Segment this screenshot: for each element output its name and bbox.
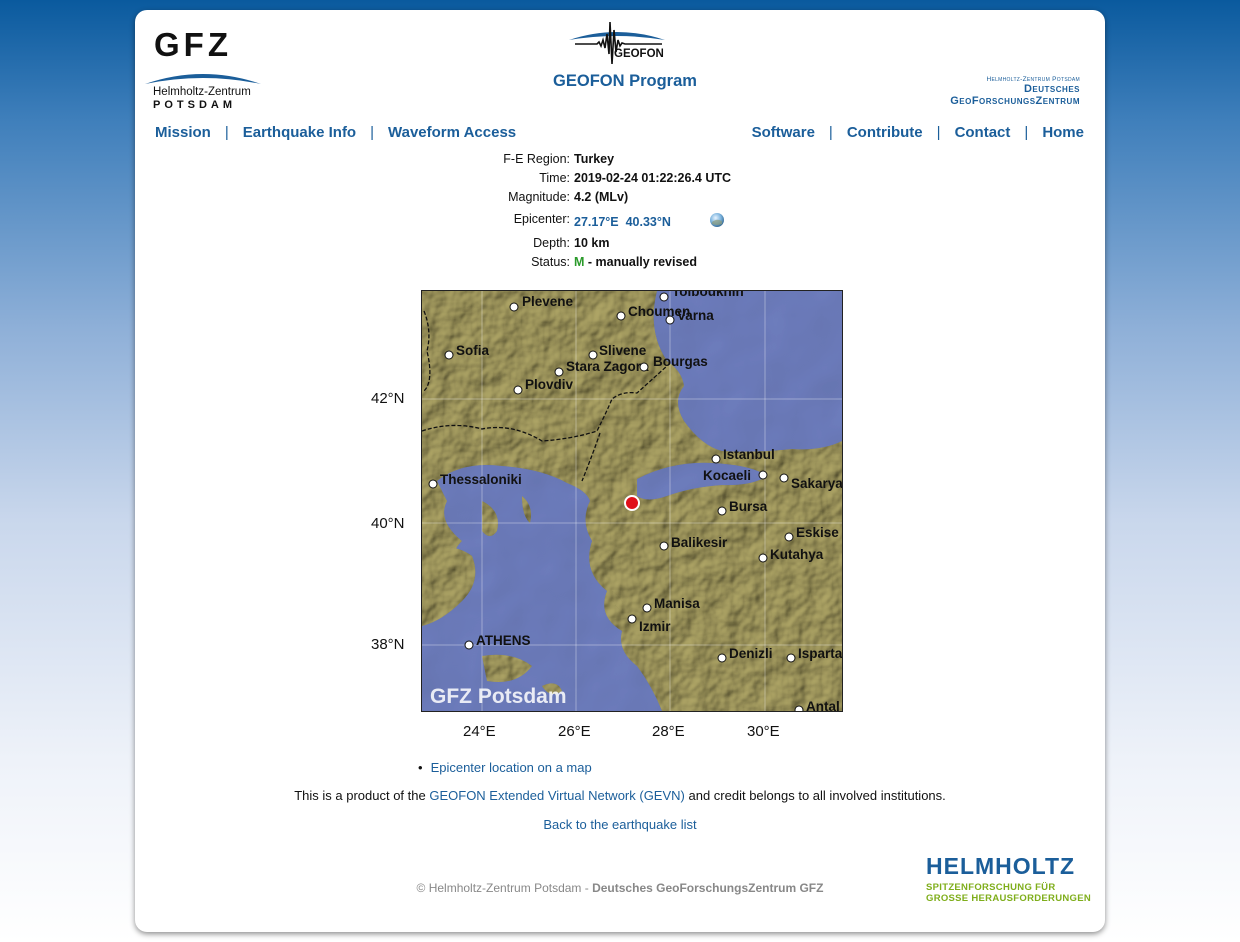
copyright-bold: Deutsches GeoForschungsZentrum GFZ	[592, 881, 824, 895]
svg-text:Sakarya: Sakarya	[791, 476, 842, 491]
city-balikesir: Balikesir	[659, 535, 728, 551]
svg-text:Denizli: Denizli	[729, 646, 773, 661]
nav-contribute[interactable]: Contribute	[847, 124, 923, 141]
svg-text:Varna: Varna	[677, 308, 714, 323]
row-time: Time: 2019-02-24 01:22:26.4 UTC	[355, 171, 855, 189]
nav-separator: |	[224, 124, 229, 141]
google-earth-icon[interactable]	[709, 212, 725, 228]
lat-tick-40: 40°N	[371, 515, 405, 532]
credit-suffix: and credit belongs to all involved insti…	[688, 788, 946, 803]
svg-text:Antal: Antal	[806, 699, 840, 711]
nav-mission[interactable]: Mission	[155, 124, 211, 141]
row-depth: Depth: 10 km	[355, 236, 855, 254]
epicenter-map[interactable]: Tolboukhin Plevene Choumen Varna Sofia S…	[421, 290, 843, 712]
helmholtz-sub2: GROSSE HERAUSFORDERUNGEN	[926, 893, 1092, 904]
status-label: Status:	[531, 255, 570, 269]
svg-text:Plevene: Plevene	[522, 294, 574, 309]
lon-tick-28: 28°E	[652, 723, 685, 740]
svg-text:Kutahya: Kutahya	[770, 547, 824, 562]
helmholtz-sub1: SPITZENFORSCHUNG FÜR	[926, 882, 1056, 893]
nav-separator: |	[936, 124, 941, 141]
svg-text:Kocaeli: Kocaeli	[703, 468, 751, 483]
back-link-wrap: Back to the earthquake list	[135, 817, 1105, 832]
gevn-link[interactable]: GEOFON Extended Virtual Network (GEVN)	[429, 788, 685, 803]
time-label: Time:	[539, 171, 570, 185]
svg-text:Izmir: Izmir	[639, 619, 671, 634]
bullet: •	[418, 760, 423, 775]
row-magnitude: Magnitude: 4.2 (MLv)	[355, 190, 855, 208]
region-label-link[interactable]: F-E Region:	[503, 152, 570, 166]
svg-text:Stara Zagora: Stara Zagora	[566, 359, 649, 374]
nav-waveform-access[interactable]: Waveform Access	[388, 124, 516, 141]
nav-contact[interactable]: Contact	[955, 124, 1011, 141]
svg-text:Isparta: Isparta	[798, 646, 842, 661]
gfz-logo-sub2: POTSDAM	[153, 99, 236, 111]
svg-text:Plovdiv: Plovdiv	[525, 377, 574, 392]
map-watermark: GFZ Potsdam	[430, 685, 567, 708]
magnitude-value: 4.2 (MLv)	[574, 190, 629, 204]
back-to-list-link[interactable]: Back to the earthquake list	[543, 817, 696, 832]
svg-text:Manisa: Manisa	[654, 596, 700, 611]
depth-label: Depth:	[533, 236, 570, 250]
svg-text:Bourgas: Bourgas	[653, 354, 708, 369]
lat-tick-42: 42°N	[371, 390, 405, 407]
svg-text:Tolboukhin: Tolboukhin	[672, 291, 744, 299]
svg-text:ATHENS: ATHENS	[476, 633, 531, 648]
geofon-seismogram-icon[interactable]	[567, 18, 669, 70]
svg-text:Bursa: Bursa	[729, 499, 768, 514]
nav-left: Mission | Earthquake Info | Waveform Access	[155, 124, 516, 141]
lon-tick-26: 26°E	[558, 723, 591, 740]
helmholtz-logo[interactable]: HELMHOLTZ SPITZENFORSCHUNG FÜR GROSSE HE…	[926, 853, 1091, 904]
status-text: - manually revised	[587, 255, 697, 269]
page-container: GFZ Helmholtz-Zentrum POTSDAM GEOFON GEO…	[135, 10, 1105, 932]
svg-text:Balikesir: Balikesir	[671, 535, 728, 550]
status-code: M	[574, 255, 585, 269]
epicenter-lat-link[interactable]: 40.33°N	[626, 215, 671, 229]
nav-earthquake-info[interactable]: Earthquake Info	[243, 124, 356, 141]
time-value: 2019-02-24 01:22:26.4 UTC	[574, 171, 732, 185]
helmholtz-title: HELMHOLTZ	[926, 853, 1076, 879]
nav-home[interactable]: Home	[1042, 124, 1084, 141]
epicenter-label: Epicenter:	[513, 212, 570, 226]
credit-prefix: This is a product of the	[294, 788, 426, 803]
depth-value: 10 km	[574, 236, 610, 250]
city-thessaloniki: Thessaloniki	[428, 472, 522, 489]
dgfz-logo[interactable]: Helmholtz-Zentrum Potsdam Deutsches GeoF…	[950, 76, 1080, 107]
dgfz-line2: Deutsches	[1023, 83, 1080, 95]
nav-separator: |	[828, 124, 833, 141]
credit-text: This is a product of the GEOFON Extended…	[135, 788, 1105, 803]
region-value: Turkey	[574, 152, 615, 166]
nav-right: Software | Contribute | Contact | Home	[752, 124, 1084, 141]
svg-text:Sofia: Sofia	[456, 343, 489, 358]
row-epicenter: Epicenter: 27.17°E 40.33°N	[355, 212, 855, 230]
nav-separator: |	[1024, 124, 1029, 141]
svg-text:Slivene: Slivene	[599, 343, 647, 358]
dgfz-line1: Helmholtz-Zentrum Potsdam	[986, 76, 1080, 83]
geofon-logo-text: GEOFON	[614, 48, 664, 60]
svg-text:Thessaloniki: Thessaloniki	[440, 472, 522, 487]
epicenter-value: 27.17°E 40.33°N	[574, 215, 671, 229]
copyright-text: © Helmholtz-Zentrum Potsdam -	[416, 881, 589, 895]
gfz-logo-text[interactable]: GFZ	[154, 26, 232, 64]
row-status: Status: M - manually revised	[355, 255, 855, 273]
status-value: M - manually revised	[574, 255, 697, 269]
nav-separator: |	[370, 124, 375, 141]
epicenter-map-link[interactable]: Epicenter location on a map	[431, 760, 592, 775]
magnitude-label: Magnitude:	[508, 190, 570, 204]
map-canvas: Tolboukhin Plevene Choumen Varna Sofia S…	[422, 291, 842, 711]
svg-text:Eskise: Eskise	[796, 525, 839, 540]
nav-software[interactable]: Software	[752, 124, 815, 141]
city-stara-zagora: Stara Zagora	[554, 359, 649, 377]
svg-text:Istanbul: Istanbul	[723, 447, 775, 462]
row-region: F-E Region: Turkey	[355, 152, 855, 170]
link-list: • Epicenter location on a map	[418, 760, 592, 775]
lon-tick-30: 30°E	[747, 723, 780, 740]
epicenter-marker-icon[interactable]	[624, 495, 640, 511]
lon-tick-24: 24°E	[463, 723, 496, 740]
lat-tick-38: 38°N	[371, 636, 405, 653]
dgfz-line3: GeoForschungsZentrum	[950, 95, 1080, 107]
epicenter-lon-link[interactable]: 27.17°E	[574, 215, 619, 229]
